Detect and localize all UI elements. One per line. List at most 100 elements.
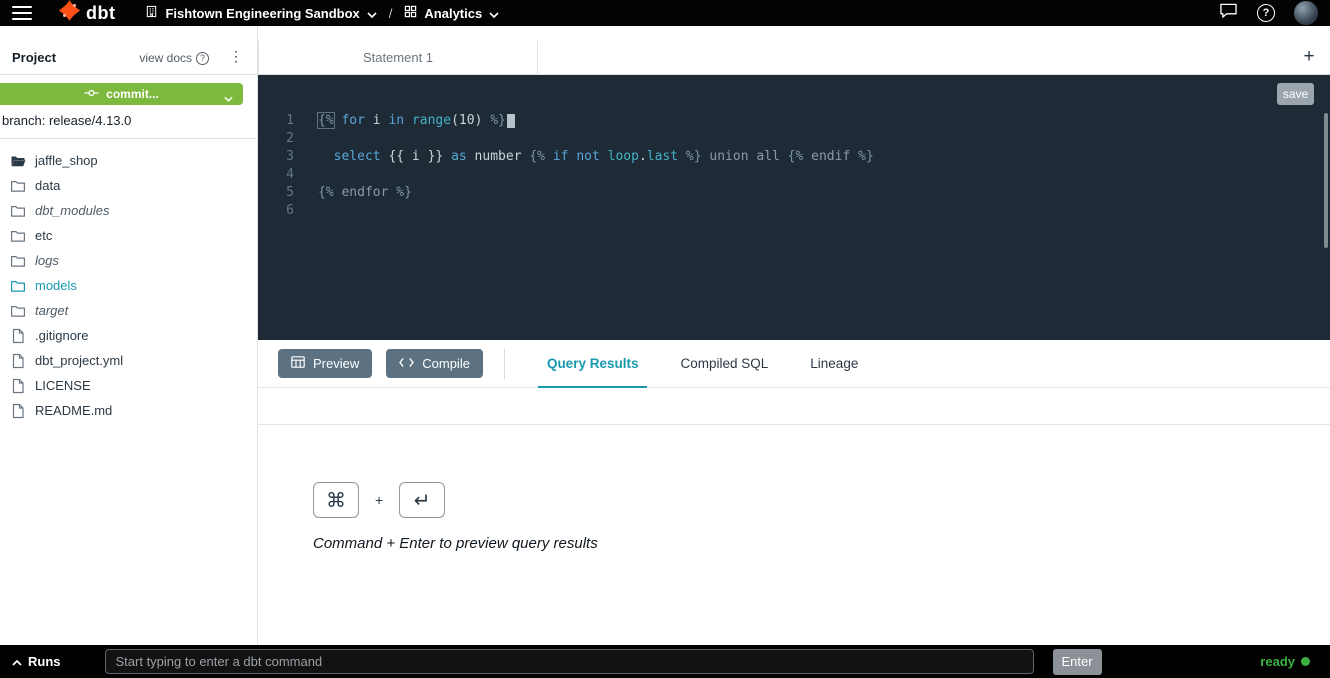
folder-icon: [10, 228, 26, 244]
question-circle-icon: ?: [196, 52, 209, 65]
folder-open-icon: [10, 153, 26, 169]
enter-key-icon: ↵: [399, 482, 445, 518]
help-icon[interactable]: ?: [1257, 4, 1275, 22]
hamburger-menu-icon[interactable]: [12, 6, 32, 20]
line-number: 4: [258, 166, 294, 184]
grid-icon: [404, 5, 417, 21]
tab-statement-1[interactable]: Statement 1: [258, 41, 538, 74]
account-menu[interactable]: Fishtown Engineering Sandbox: [145, 5, 376, 21]
plus-separator: +: [375, 492, 383, 508]
code-line: 3 select {{ i }} as number {% if not loo…: [258, 148, 1330, 166]
enter-button[interactable]: Enter: [1053, 649, 1102, 675]
preview-hint: ⌘ + ↵ Command + Enter to preview query r…: [313, 482, 598, 552]
tree-item-dbt-modules[interactable]: dbt_modules: [0, 198, 257, 223]
file-icon: [10, 328, 26, 344]
chevron-down-icon: [489, 6, 499, 21]
project-menu-label: Analytics: [424, 6, 482, 21]
tree-item-models[interactable]: models: [0, 273, 257, 298]
line-number: 2: [258, 130, 294, 148]
tab-compiled-sql[interactable]: Compiled SQL: [659, 340, 789, 388]
tab-lineage[interactable]: Lineage: [789, 340, 879, 388]
tree-item-target[interactable]: target: [0, 298, 257, 323]
code-line: 4: [258, 166, 1330, 184]
keyboard-shortcut: ⌘ + ↵: [313, 482, 598, 518]
results-toolbar: Preview Compile Query ResultsCompiled SQ…: [258, 340, 1330, 388]
code-line: 1{% for i in range(10) %}: [258, 112, 1330, 130]
breadcrumb-separator: /: [389, 6, 393, 21]
folder-icon: [10, 303, 26, 319]
compile-button[interactable]: Compile: [386, 349, 483, 378]
editor-scrollbar[interactable]: [1324, 113, 1328, 248]
tree-item-readme-md[interactable]: README.md: [0, 398, 257, 423]
line-number: 3: [258, 148, 294, 166]
table-grid-icon: [291, 356, 305, 371]
command-input[interactable]: [105, 649, 1034, 674]
folder-icon: [10, 178, 26, 194]
tab-query-results[interactable]: Query Results: [526, 340, 660, 388]
compile-button-label: Compile: [422, 356, 470, 371]
chat-icon[interactable]: [1219, 2, 1238, 24]
folder-icon: [10, 203, 26, 219]
status-dot: [1301, 657, 1310, 666]
line-number: 6: [258, 202, 294, 220]
code-lines: 1{% for i in range(10) %}23 select {{ i …: [258, 75, 1330, 220]
code-editor[interactable]: save 1{% for i in range(10) %}23 select …: [258, 75, 1330, 340]
chevron-down-icon: [367, 6, 377, 21]
code-line: 5{% endfor %}: [258, 184, 1330, 202]
new-tab-button[interactable]: +: [1296, 44, 1322, 70]
tree-item-logs[interactable]: logs: [0, 248, 257, 273]
tree-item-label: .gitignore: [35, 328, 88, 343]
tree-item-license[interactable]: LICENSE: [0, 373, 257, 398]
user-avatar[interactable]: [1294, 1, 1318, 25]
commit-button[interactable]: commit...: [0, 83, 243, 105]
runs-label: Runs: [28, 654, 61, 669]
preview-hint-text: Command + Enter to preview query results: [313, 535, 598, 552]
file-tree: jaffle_shopdata dbt_modulesetc logsmodels t…: [0, 148, 257, 423]
sidebar-divider: [0, 138, 257, 139]
file-icon: [10, 353, 26, 369]
status-indicator: ready: [1260, 654, 1310, 669]
results-tabs: Query ResultsCompiled SQLLineage: [526, 340, 879, 388]
tab-label: Statement 1: [363, 50, 433, 65]
commit-icon: [84, 87, 99, 101]
code-text: [294, 130, 318, 148]
top-bar: dbt Fishtown Engineering Sandbox / Analy…: [0, 0, 1330, 26]
building-icon: [145, 5, 158, 21]
code-text: select {{ i }} as number {% if not loop.…: [294, 148, 874, 166]
toolbar-divider: [504, 349, 505, 379]
tree-item--gitignore[interactable]: .gitignore: [0, 323, 257, 348]
file-icon: [10, 403, 26, 419]
tree-item-dbt-project-yml[interactable]: dbt_project.yml: [0, 348, 257, 373]
tree-item-label: dbt_project.yml: [35, 353, 123, 368]
tree-item-etc[interactable]: etc: [0, 223, 257, 248]
command-key-icon: ⌘: [313, 482, 359, 518]
dbt-cloud-ide: dbt Fishtown Engineering Sandbox / Analy…: [0, 0, 1330, 678]
kebab-menu-icon[interactable]: ⋮: [225, 48, 247, 65]
sidebar-title: Project: [12, 50, 56, 65]
tree-item-label: dbt_modules: [35, 203, 109, 218]
tree-item-label: README.md: [35, 403, 112, 418]
runs-toggle[interactable]: Runs: [12, 654, 61, 669]
account-menu-label: Fishtown Engineering Sandbox: [165, 6, 359, 21]
results-header-strip: [258, 388, 1330, 425]
save-button[interactable]: save: [1277, 83, 1314, 105]
text-cursor: [507, 114, 515, 128]
dbt-logo-text: dbt: [86, 4, 115, 22]
preview-button[interactable]: Preview: [278, 349, 372, 378]
project-menu[interactable]: Analytics: [404, 5, 499, 21]
tree-item-jaffle-shop[interactable]: jaffle_shop: [0, 148, 257, 173]
top-bar-right: ?: [1219, 1, 1318, 25]
tree-item-label: LICENSE: [35, 378, 91, 393]
tree-item-data[interactable]: data: [0, 173, 257, 198]
chevron-down-icon: [224, 91, 233, 105]
view-docs-link[interactable]: view docs ?: [139, 51, 209, 65]
code-line: 6: [258, 202, 1330, 220]
preview-button-label: Preview: [313, 356, 359, 371]
commit-button-label: commit...: [106, 87, 159, 101]
tree-item-label: target: [35, 303, 68, 318]
tree-item-label: etc: [35, 228, 52, 243]
code-text: [294, 166, 318, 184]
line-number: 5: [258, 184, 294, 202]
results-panel: ⌘ + ↵ Command + Enter to preview query r…: [258, 425, 1330, 645]
view-docs-label: view docs: [139, 51, 192, 65]
